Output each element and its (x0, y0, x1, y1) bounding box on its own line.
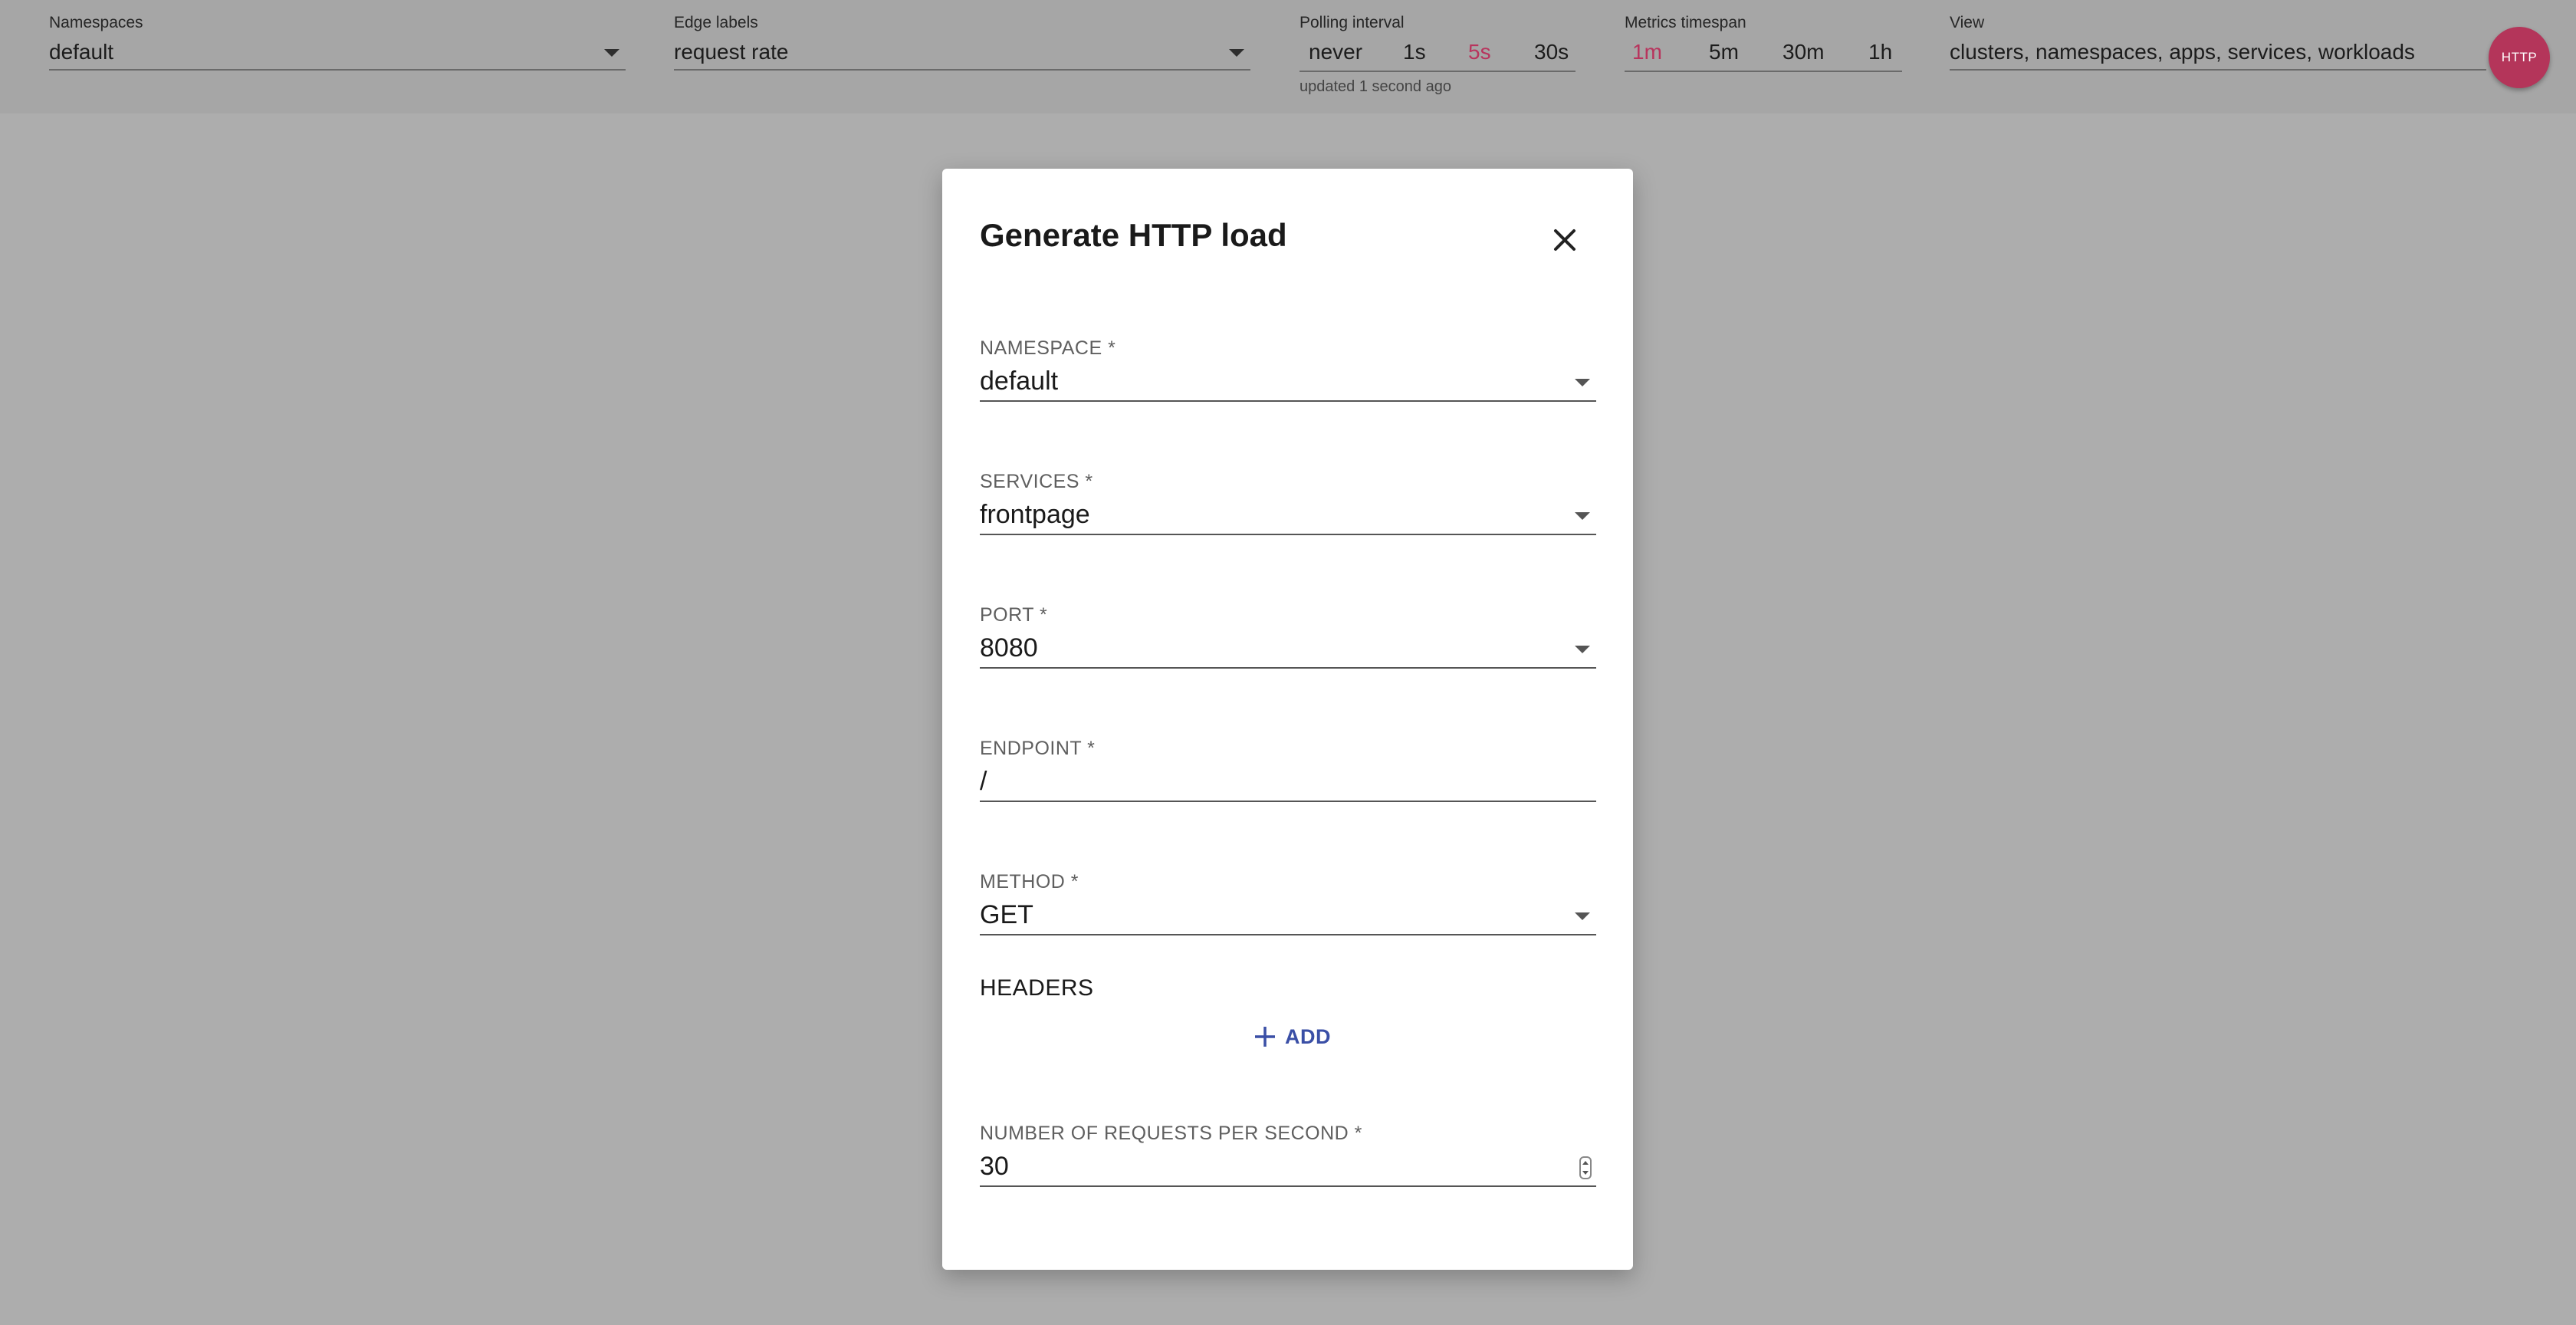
chevron-down-icon (1575, 646, 1590, 653)
metrics-timespan-label: Metrics timespan (1625, 14, 1746, 31)
view-value: clusters, namespaces, apps, services, wo… (1950, 40, 2415, 64)
requests-per-second-label: NUMBER OF REQUESTS PER SECOND * (980, 1123, 1362, 1144)
port-value: 8080 (980, 633, 1038, 662)
view-label: View (1950, 14, 1985, 31)
namespaces-label: Namespaces (49, 14, 143, 31)
close-icon (1554, 229, 1576, 251)
generate-http-load-dialog: Generate HTTP load NAMESPACE * default S… (942, 169, 1633, 1270)
chevron-down-icon (604, 49, 619, 57)
namespace-value: default (980, 367, 1059, 396)
requests-per-second-input[interactable]: 30 (980, 1146, 1596, 1187)
services-value: frontpage (980, 500, 1090, 529)
timespan-option-1h[interactable]: 1h (1868, 40, 1892, 64)
close-button[interactable] (1546, 221, 1584, 259)
services-select[interactable]: frontpage (980, 494, 1596, 535)
endpoint-input[interactable]: / (980, 761, 1596, 802)
edge-labels-label: Edge labels (674, 14, 758, 31)
timespan-option-30m[interactable]: 30m (1783, 40, 1824, 64)
add-header-button[interactable]: ADD (1253, 1020, 1331, 1054)
timespan-option-1m[interactable]: 1m (1632, 40, 1662, 64)
method-value: GET (980, 900, 1033, 929)
polling-interval-label: Polling interval (1300, 14, 1405, 31)
http-load-button[interactable]: HTTP (2489, 27, 2550, 88)
namespaces-value: default (49, 40, 114, 64)
metrics-timespan-toggle: 1m 5m 30m 1h (1625, 38, 1902, 72)
polling-status: updated 1 second ago (1300, 78, 1451, 95)
port-select[interactable]: 8080 (980, 627, 1596, 669)
top-toolbar: Namespaces default Edge labels request r… (0, 0, 2576, 113)
dialog-title: Generate HTTP load (980, 217, 1287, 253)
chevron-down-icon (1575, 512, 1590, 520)
edge-labels-value: request rate (674, 40, 789, 64)
timespan-option-5m[interactable]: 5m (1709, 40, 1739, 64)
requests-per-second-value: 30 (980, 1152, 1009, 1181)
plus-icon (1255, 1027, 1275, 1047)
chevron-down-icon (1575, 912, 1590, 920)
headers-label: HEADERS (980, 975, 1094, 1001)
method-select[interactable]: GET (980, 894, 1596, 935)
polling-option-never[interactable]: never (1309, 40, 1362, 64)
view-select[interactable]: clusters, namespaces, apps, services, wo… (1950, 38, 2486, 71)
port-label: PORT * (980, 604, 1048, 626)
endpoint-label: ENDPOINT * (980, 738, 1096, 759)
polling-option-5s[interactable]: 5s (1468, 40, 1491, 64)
namespaces-select[interactable]: default (49, 38, 626, 71)
namespace-select[interactable]: default (980, 360, 1596, 402)
endpoint-value: / (980, 767, 987, 796)
edge-labels-select[interactable]: request rate (674, 38, 1250, 71)
polling-option-1s[interactable]: 1s (1403, 40, 1426, 64)
chevron-down-icon (1229, 49, 1244, 57)
polling-option-30s[interactable]: 30s (1534, 40, 1569, 64)
polling-interval-toggle: never 1s 5s 30s (1300, 38, 1576, 72)
namespace-label: NAMESPACE * (980, 337, 1116, 359)
services-label: SERVICES * (980, 471, 1093, 492)
chevron-down-icon (1575, 379, 1590, 386)
add-header-label: ADD (1285, 1024, 1331, 1048)
number-stepper-icon[interactable] (1579, 1156, 1592, 1179)
method-label: METHOD * (980, 871, 1079, 893)
